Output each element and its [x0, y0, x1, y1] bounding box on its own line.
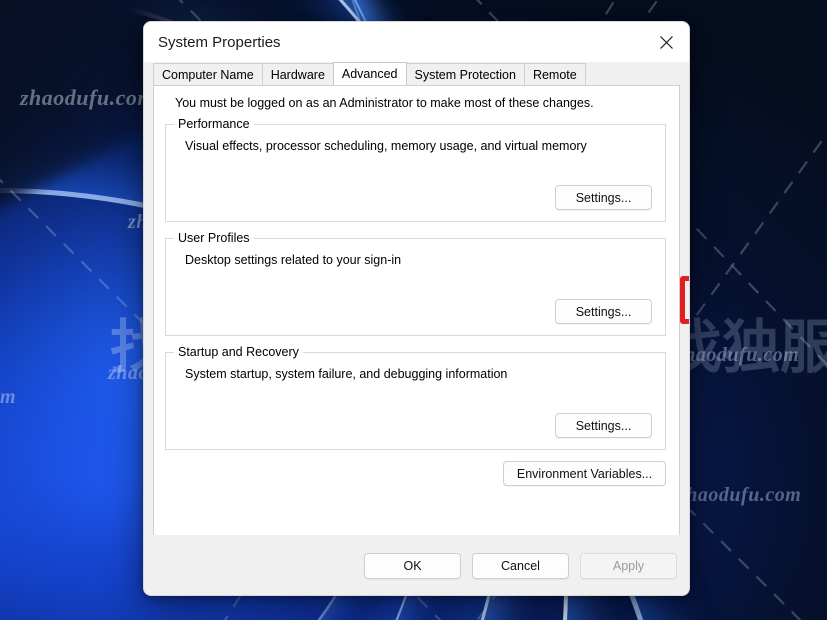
tab-label: Computer Name [162, 67, 254, 82]
group-performance-title: Performance [174, 117, 254, 131]
ok-button[interactable]: OK [364, 553, 461, 579]
startup-recovery-settings-button[interactable]: Settings... [555, 413, 652, 438]
performance-settings-button[interactable]: Settings... [555, 185, 652, 210]
group-user-profiles: User Profiles Desktop settings related t… [165, 231, 666, 336]
tab-label: Advanced [341, 67, 398, 81]
dialog-title: System Properties [158, 33, 281, 51]
group-user-profiles-title: User Profiles [174, 231, 254, 245]
tab-remote[interactable]: Remote [523, 63, 586, 85]
administrator-notice: You must be logged on as an Administrato… [175, 96, 594, 110]
group-startup-recovery-title: Startup and Recovery [174, 345, 303, 359]
tab-label: Remote [532, 67, 577, 82]
tab-label: Hardware [270, 67, 325, 82]
system-properties-dialog: System Properties Computer Name Hardware A… [143, 21, 690, 596]
tab-advanced[interactable]: Advanced [332, 62, 407, 85]
tab-hardware[interactable]: Hardware [261, 63, 334, 85]
tab-strip: Computer Name Hardware Advanced System Prot… [144, 62, 689, 85]
close-button[interactable] [643, 22, 689, 62]
user-profiles-settings-button[interactable]: Settings... [555, 299, 652, 324]
highlight-annotation-box [680, 276, 689, 324]
cancel-button[interactable]: Cancel [472, 553, 569, 579]
tab-system-protection[interactable]: System Protection [405, 63, 525, 85]
tab-computer-name[interactable]: Computer Name [153, 63, 263, 85]
group-startup-recovery: Startup and Recovery System startup, sys… [165, 345, 666, 450]
group-user-profiles-description: Desktop settings related to your sign-in [185, 253, 402, 267]
group-performance-description: Visual effects, processor scheduling, me… [185, 139, 587, 153]
close-icon [659, 35, 673, 49]
tab-page-advanced: You must be logged on as an Administrato… [153, 85, 689, 555]
environment-variables-button[interactable]: Environment Variables... [503, 461, 666, 486]
group-performance: Performance Visual effects, processor sc… [165, 117, 666, 222]
group-startup-recovery-description: System startup, system failure, and debu… [185, 367, 508, 381]
dialog-title-bar: System Properties [144, 22, 689, 62]
apply-button[interactable]: Apply [580, 553, 677, 579]
tab-label: System Protection [414, 67, 516, 82]
dialog-footer: OK Cancel Apply [144, 535, 689, 595]
